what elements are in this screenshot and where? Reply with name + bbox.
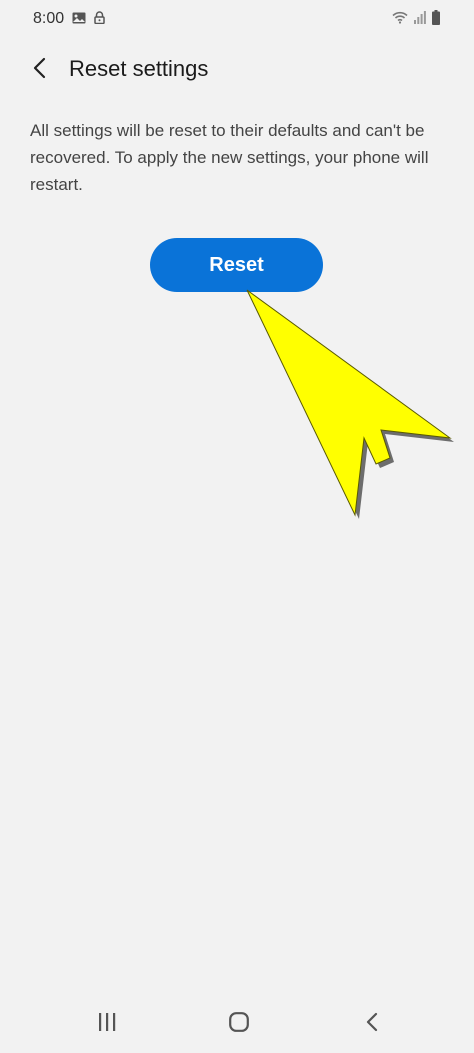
reset-description: All settings will be reset to their defa… — [30, 121, 429, 194]
status-right-icons — [392, 10, 440, 30]
chevron-left-icon — [33, 57, 47, 84]
wifi-icon — [392, 11, 408, 29]
image-icon — [72, 11, 86, 29]
nav-bar — [0, 998, 474, 1053]
status-left-icons — [72, 11, 105, 29]
home-button[interactable] — [219, 1008, 259, 1040]
back-button[interactable] — [22, 52, 58, 88]
battery-icon — [432, 10, 440, 30]
recent-apps-button[interactable] — [87, 1008, 127, 1040]
recent-apps-icon — [97, 1012, 117, 1036]
status-time: 8:00 — [33, 10, 65, 27]
back-icon — [366, 1012, 378, 1037]
status-bar: 8:00 — [0, 0, 474, 40]
home-icon — [229, 1011, 249, 1037]
nav-back-button[interactable] — [352, 1008, 392, 1040]
lock-icon — [94, 11, 105, 29]
app-header: Reset settings — [0, 40, 474, 98]
page-title: Reset settings — [69, 56, 209, 81]
signal-icon — [414, 11, 426, 29]
reset-button[interactable]: Reset — [150, 238, 323, 292]
